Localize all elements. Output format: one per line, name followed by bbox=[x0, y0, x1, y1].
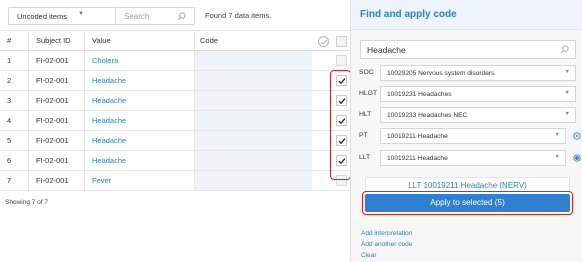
found-count: Found 7 data items. bbox=[205, 11, 272, 20]
subject-id-cell: FI-02-001 bbox=[36, 176, 69, 185]
subject-id-cell: FI-02-001 bbox=[36, 116, 69, 125]
code-cell[interactable] bbox=[194, 91, 312, 110]
table-row[interactable]: 6 FI-02-001 Headache bbox=[0, 151, 350, 171]
chevron-down-icon: ▼ bbox=[564, 69, 570, 75]
subject-id-cell: FI-02-001 bbox=[36, 156, 69, 165]
search-input[interactable]: Search bbox=[116, 7, 195, 25]
apply-highlight-box bbox=[362, 191, 573, 215]
col-subject-header[interactable]: Subject ID bbox=[36, 36, 71, 45]
selected-radio-icon[interactable] bbox=[573, 154, 581, 162]
table-row[interactable]: 3 FI-02-001 Headache bbox=[0, 91, 350, 111]
row-checkbox[interactable] bbox=[336, 55, 347, 66]
checkbox-highlight-box bbox=[330, 70, 351, 180]
level-label: HLGT bbox=[359, 90, 378, 97]
row-number: 6 bbox=[7, 156, 12, 165]
value-link[interactable]: Headache bbox=[92, 76, 126, 85]
search-icon[interactable] bbox=[560, 45, 569, 54]
subject-id-cell: FI-02-001 bbox=[36, 136, 69, 145]
chevron-down-icon: ▼ bbox=[564, 90, 570, 96]
table-row[interactable]: 5 FI-02-001 Headache bbox=[0, 131, 350, 151]
level-value: 10019211 Headache bbox=[387, 154, 448, 162]
code-cell[interactable] bbox=[194, 171, 312, 190]
value-link[interactable]: Headache bbox=[92, 96, 126, 105]
term-search-value: Headache bbox=[367, 45, 406, 55]
search-icon bbox=[177, 12, 186, 21]
level-select[interactable]: 10019211 Headache ▼ bbox=[380, 150, 566, 166]
level-label: PT bbox=[359, 132, 368, 139]
code-cell[interactable] bbox=[194, 131, 312, 150]
select-all-checkbox[interactable] bbox=[336, 36, 347, 47]
level-value: 10019211 Headache bbox=[387, 132, 448, 140]
value-link[interactable]: Headache bbox=[92, 136, 126, 145]
col-code-header[interactable]: Code bbox=[200, 36, 218, 45]
subject-id-cell: FI-02-001 bbox=[36, 96, 69, 105]
item-filter-select[interactable]: Uncoded items ▼ bbox=[8, 7, 116, 25]
col-num-header: # bbox=[7, 36, 12, 45]
table-row[interactable]: 7 FI-02-001 Fever bbox=[0, 171, 350, 191]
clear-link[interactable]: Clear bbox=[361, 252, 377, 259]
table-header: # Subject ID Value Code bbox=[0, 30, 350, 51]
code-cell[interactable] bbox=[194, 111, 312, 130]
subject-id-cell: FI-02-001 bbox=[36, 76, 69, 85]
level-value: 10019233 Headaches NEC bbox=[387, 111, 468, 119]
level-select[interactable]: 10019231 Headaches ▼ bbox=[380, 86, 576, 102]
data-items-panel: Uncoded items ▼ Search Found 7 data item… bbox=[0, 0, 351, 262]
row-number: 7 bbox=[7, 176, 12, 185]
level-label: HLT bbox=[359, 111, 372, 118]
code-cell[interactable] bbox=[194, 71, 312, 90]
level-value: 10019231 Headaches bbox=[387, 90, 452, 98]
col-divider bbox=[84, 30, 85, 191]
col-value-header[interactable]: Value bbox=[92, 36, 111, 45]
row-number: 5 bbox=[7, 136, 12, 145]
row-number: 3 bbox=[7, 96, 12, 105]
level-label: SOC bbox=[359, 69, 374, 76]
selected-code-text: LLT 10019211 Headache (NERV) bbox=[408, 181, 527, 190]
row-number: 1 bbox=[7, 56, 12, 65]
panel-title: Find and apply code bbox=[360, 9, 457, 20]
showing-count: Showing 7 of 7 bbox=[5, 199, 49, 206]
table-row[interactable]: 1 FI-02-001 Cholera bbox=[0, 51, 350, 71]
coded-status-icon bbox=[318, 36, 329, 47]
chevron-down-icon: ▼ bbox=[554, 132, 560, 138]
row-number: 4 bbox=[7, 116, 12, 125]
value-link[interactable]: Fever bbox=[92, 176, 111, 185]
code-cell[interactable] bbox=[194, 151, 312, 170]
level-radio-icon[interactable] bbox=[573, 132, 581, 140]
table-row[interactable]: 4 FI-02-001 Headache bbox=[0, 111, 350, 131]
level-value: 10029205 Nervous system disorders bbox=[387, 69, 495, 77]
row-number: 2 bbox=[7, 76, 12, 85]
table-row[interactable]: 2 FI-02-001 Headache bbox=[0, 71, 350, 91]
level-select[interactable]: 10029205 Nervous system disorders ▼ bbox=[380, 65, 576, 81]
value-link[interactable]: Cholera bbox=[92, 56, 118, 65]
level-select[interactable]: 10019233 Headaches NEC ▼ bbox=[380, 107, 576, 123]
value-link[interactable]: Headache bbox=[92, 116, 126, 125]
add-interpretation-link[interactable]: Add interpretation bbox=[361, 230, 412, 237]
term-search-input[interactable]: Headache bbox=[360, 40, 576, 59]
col-divider bbox=[28, 30, 29, 191]
item-filter-value: Uncoded items bbox=[17, 12, 68, 21]
level-select[interactable]: 10019211 Headache ▼ bbox=[380, 128, 566, 144]
level-label: LLT bbox=[359, 154, 371, 161]
value-link[interactable]: Headache bbox=[92, 156, 126, 165]
col-divider bbox=[194, 30, 195, 191]
add-another-code-link[interactable]: Add another code bbox=[361, 241, 412, 248]
find-apply-code-panel: Find and apply code Headache SOC 10029205… bbox=[350, 0, 582, 262]
chevron-down-icon: ▼ bbox=[564, 111, 570, 117]
table-toolbar: Uncoded items ▼ Search Found 7 data item… bbox=[0, 0, 350, 30]
chevron-down-icon: ▼ bbox=[554, 154, 560, 160]
chevron-down-icon: ▼ bbox=[78, 11, 84, 17]
code-cell[interactable] bbox=[194, 51, 312, 70]
search-placeholder: Search bbox=[124, 12, 150, 21]
panel-header: Find and apply code bbox=[351, 0, 582, 30]
subject-id-cell: FI-02-001 bbox=[36, 56, 69, 65]
